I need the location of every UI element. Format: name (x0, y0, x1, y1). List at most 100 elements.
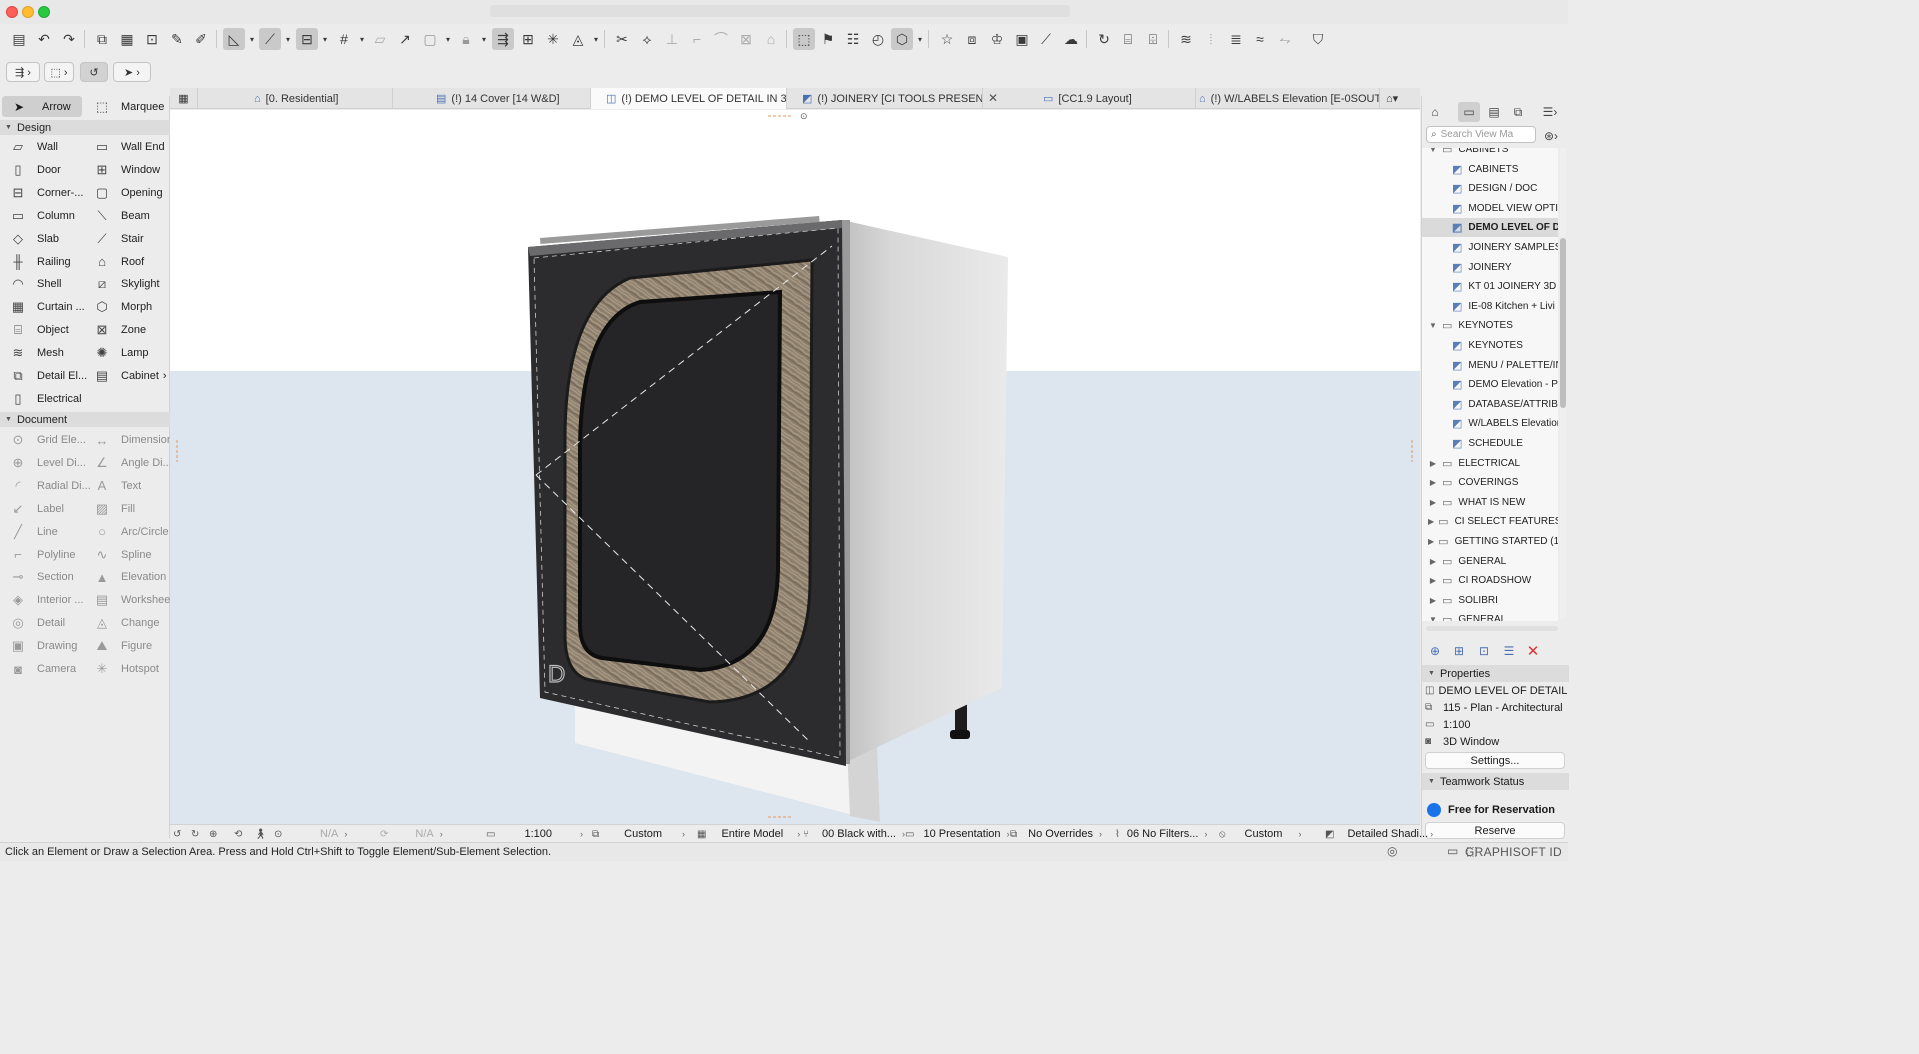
folder-item[interactable]: ▶ ▭ CI ROADSHOW (1422, 571, 1558, 590)
pen-set-select[interactable]: ⑂ 00 Black with... › (803, 827, 905, 841)
tool-worksheet[interactable]: ▤ Worksheet (92, 590, 174, 610)
folder-item[interactable]: ▶ ▭ COVERINGS (1422, 473, 1558, 492)
tab-cc-layout[interactable]: ▭ [CC1.9 Layout] (1001, 88, 1196, 109)
design-section-header[interactable]: ▼ Design (0, 120, 170, 135)
dimension-select[interactable]: ⦸ Custom › (1219, 827, 1301, 841)
tool-dimension[interactable]: ↔ Dimension (92, 430, 173, 450)
rotation-na[interactable]: ⟳ N/A › (380, 827, 443, 841)
tool-change[interactable]: ◬ Change (92, 613, 160, 633)
folder-item[interactable]: ▼ ▭ KEYNOTES (1422, 316, 1558, 335)
gravity-icon[interactable]: ◺ (223, 28, 245, 50)
chevron-down-icon[interactable]: ▼ (1428, 148, 1438, 154)
redo-icon[interactable]: ↷ (58, 28, 80, 50)
chevron-right-icon[interactable]: ▶ (1428, 459, 1438, 468)
chevron-right-icon[interactable]: ▶ (1428, 517, 1434, 526)
chevron-right-icon[interactable]: ▶ (1428, 576, 1438, 585)
inject-parameters-icon[interactable]: ✐ (190, 28, 212, 50)
graphic-overrides-select[interactable]: ⧉ No Overrides › (1010, 827, 1102, 841)
tool-level-di[interactable]: ⊕ Level Di... (8, 453, 86, 473)
tool-cabinet[interactable]: ▤ Cabinet › (92, 366, 167, 386)
groups-dropdown[interactable]: ▾ (321, 28, 329, 50)
view-item[interactable]: ◩ DESIGN / DOC (1422, 179, 1558, 198)
view-item[interactable]: ◩ DEMO Elevation - P (1422, 375, 1558, 394)
box-dropdown[interactable]: ▾ (444, 28, 452, 50)
horizontal-scrollbar[interactable] (1426, 626, 1558, 631)
selection-method-icon[interactable]: ⬚ › (44, 62, 74, 82)
tab-wlabels-elevation[interactable]: ⌂ (!) W/LABELS Elevation [E-0SOUTH E... (1196, 88, 1380, 109)
settings-button[interactable]: Settings... (1425, 752, 1565, 769)
tool-label[interactable]: ↙ Label (8, 499, 64, 519)
tool-figure[interactable]: ⛰ Figure (92, 636, 153, 656)
view-item[interactable]: ◩ JOINERY SAMPLES (1422, 238, 1558, 257)
delete-icon[interactable]: ✕ (1524, 642, 1542, 660)
folder-item[interactable]: ▶ ▭ SOLIBRI (1422, 591, 1558, 610)
fit-icon[interactable]: ⊙ (274, 827, 287, 841)
tab-demo-level-of-detail[interactable]: ◫ (!) DEMO LEVEL OF DETAIL IN 3D [3... (591, 88, 787, 109)
box-icon[interactable]: ▢ (419, 28, 441, 50)
renovation-filter-select[interactable]: ⌇ 06 No Filters... › (1115, 827, 1207, 841)
view-item[interactable]: ◩ KT 01 JOINERY 3D ( (1422, 277, 1558, 296)
shading-icon[interactable]: ⬡ (891, 28, 913, 50)
walk-icon[interactable]: 🚶︎ (254, 827, 272, 841)
shading-dropdown[interactable]: ▾ (916, 28, 924, 50)
tool-morph[interactable]: ⬡ Morph (92, 297, 152, 317)
offset-icon[interactable]: ⊠ (735, 28, 757, 50)
tool-shell[interactable]: ◠ Shell (8, 274, 61, 294)
chevron-right-icon[interactable]: ▶ (1428, 537, 1434, 546)
chevron-right-icon[interactable]: ▶ (1428, 557, 1438, 566)
tool-line[interactable]: ╱ Line (8, 522, 58, 542)
chevron-right-icon[interactable]: ▶ (1428, 478, 1438, 487)
tab-menu[interactable]: ⌂▾ (1380, 88, 1420, 109)
chevron-down-icon[interactable]: ▼ (1428, 321, 1438, 330)
undo-icon[interactable]: ↶ (33, 28, 55, 50)
save-view-icon[interactable]: ⊞ (1450, 642, 1468, 660)
grid-snap-icon[interactable]: # (333, 28, 355, 50)
tool-beam[interactable]: ⟍ Beam (92, 206, 149, 226)
lock-icon[interactable]: 🔒︎ (455, 28, 477, 50)
tool-curtain[interactable]: ▦ Curtain ... (8, 297, 85, 317)
slab-stack-icon[interactable]: ≣ (1225, 28, 1247, 50)
curtain-wall-icon[interactable]: ⬚ (793, 28, 815, 50)
measure-icon[interactable]: ⊞ (517, 28, 539, 50)
morph-icon[interactable]: ◴ (867, 28, 889, 50)
tool-opening[interactable]: ▢ Opening (92, 183, 163, 203)
project-map-icon[interactable]: ⌂ (1424, 102, 1446, 122)
pick-up-parameters-icon[interactable]: ✎ (166, 28, 188, 50)
view-item[interactable]: ◩ KEYNOTES (1422, 336, 1558, 355)
column-stack-icon[interactable]: ⦙ (1200, 28, 1222, 50)
new-view-icon[interactable]: ⊕ (1426, 642, 1444, 660)
lock-dropdown[interactable]: ▾ (480, 28, 488, 50)
shield-icon[interactable]: ⛉ (1307, 28, 1329, 50)
flag-icon[interactable]: ⚑ (817, 28, 839, 50)
zoom-na[interactable]: N/A › (320, 827, 347, 841)
tape-measure-icon[interactable]: ⟋ (1035, 28, 1057, 50)
save-icon[interactable]: ▤ (8, 28, 30, 50)
trace-icon[interactable]: ⊡ (141, 28, 163, 50)
structure-display-select[interactable]: ⧉ Custom › (592, 827, 685, 841)
tool-window[interactable]: ⊞ Window (92, 160, 161, 180)
chevron-right-icon[interactable]: ▶ (1428, 596, 1438, 605)
folder-item[interactable]: ▶ ▭ GETTING STARTED (1) (1422, 532, 1558, 551)
tool-skylight[interactable]: ⧄ Skylight (92, 274, 160, 294)
teamwork-header[interactable]: ▼ Teamwork Status (1422, 773, 1569, 790)
tool-fill[interactable]: ▨ Fill (92, 499, 135, 519)
tool-radial-di[interactable]: ◜ Radial Di... (8, 476, 90, 496)
tab-residential[interactable]: ⌂ [0. Residential] (198, 88, 393, 109)
schedule-icon[interactable]: ☷ (842, 28, 864, 50)
sofa-icon[interactable]: ⌸ (1117, 28, 1139, 50)
wall-stack-icon[interactable]: ≋ (1175, 28, 1197, 50)
folder-item[interactable]: ▼ ▭ GENERAL (1422, 610, 1558, 621)
view-item[interactable]: ◩ W/LABELS Elevation (1422, 414, 1558, 433)
shading-select[interactable]: ◩ Detailed Shadi... › (1325, 827, 1433, 841)
window-close-button[interactable] (6, 6, 18, 18)
snap-guide-icon[interactable]: ⟋ (259, 28, 281, 50)
brand-label[interactable]: GRAPHISOFT ID (1465, 845, 1562, 859)
tool-section[interactable]: ⊸ Section (8, 567, 74, 587)
tool-wall[interactable]: ▱ Wall (8, 137, 58, 157)
window-minimize-button[interactable] (22, 6, 34, 18)
layout-book-icon[interactable]: ▦ (116, 28, 138, 50)
view-item[interactable]: ◩ SCHEDULE (1422, 434, 1558, 453)
reserve-button[interactable]: Reserve (1425, 822, 1565, 839)
eye-icon[interactable]: ⊙ (800, 111, 808, 121)
tool-grid-ele[interactable]: ⊙ Grid Ele... (8, 430, 86, 450)
